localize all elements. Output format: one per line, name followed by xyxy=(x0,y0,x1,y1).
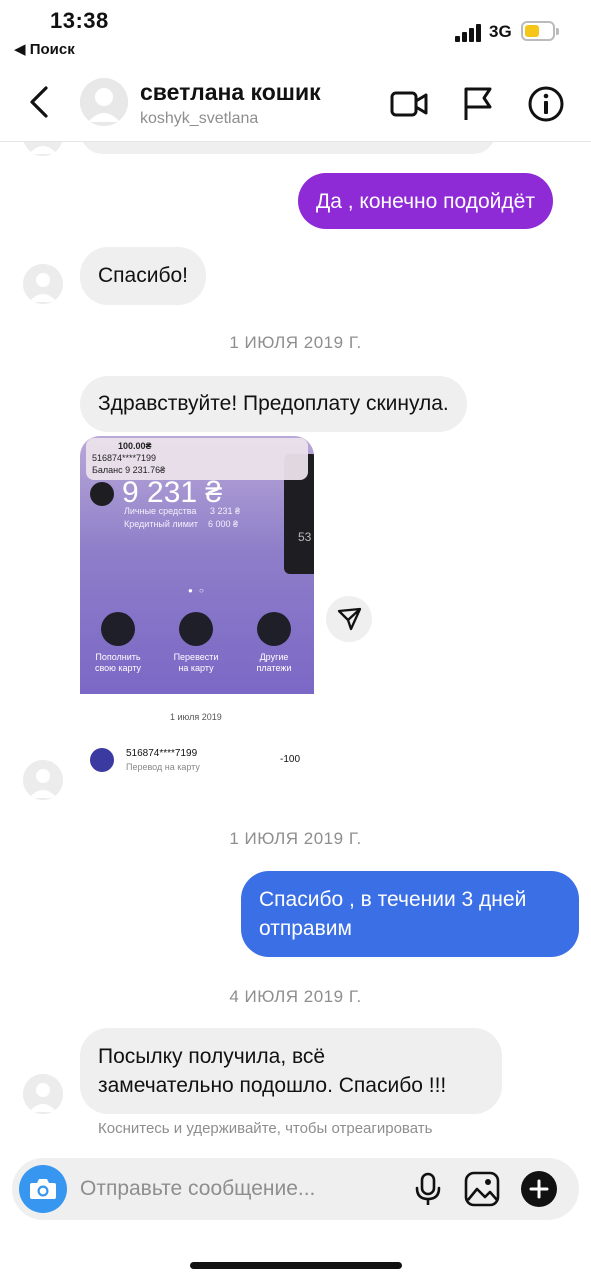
microphone-icon[interactable] xyxy=(409,1170,447,1208)
topup-action: Пополнить свою карту xyxy=(88,612,148,674)
battery-icon xyxy=(521,21,559,41)
incoming-message-bubble[interactable]: Здравствуйте! Предоплату скинула. xyxy=(80,376,467,432)
download-icon xyxy=(101,612,135,646)
message-line: замечательно подошло. Спасибо !!! xyxy=(98,1074,447,1097)
notif-balance: Баланс 9 231.76₴ xyxy=(92,465,166,475)
contact-username[interactable]: koshyk_svetlana xyxy=(140,110,258,128)
add-card-icon xyxy=(257,612,291,646)
message-input[interactable] xyxy=(80,1174,380,1204)
own-funds-value: 3 231 ₴ xyxy=(210,506,241,516)
avatar[interactable] xyxy=(23,760,63,800)
outgoing-message-bubble[interactable]: Спасибо , в течении 3 дней отправим xyxy=(241,871,579,957)
contact-name[interactable]: светлана кошик xyxy=(140,79,321,106)
network-type: 3G xyxy=(489,22,512,41)
notif-card: 516874****7199 xyxy=(92,453,157,463)
back-arrow-icon[interactable] xyxy=(22,82,56,122)
video-call-icon[interactable] xyxy=(389,84,429,124)
other-payments-action: Другие платежи xyxy=(244,612,304,674)
transactions-panel xyxy=(80,694,314,798)
message-composer xyxy=(12,1158,579,1220)
transaction-icon xyxy=(90,748,114,772)
tx-date: 1 июля 2019 xyxy=(170,712,222,722)
incoming-message-bubble[interactable]: Спасибо! xyxy=(80,247,206,305)
avatar[interactable] xyxy=(80,78,128,126)
outgoing-message-bubble[interactable]: Да , конечно подойдёт xyxy=(298,173,553,229)
message-line: отправим xyxy=(259,917,352,940)
react-hint: Коснитесь и удерживайте, чтобы отреагиро… xyxy=(98,1120,433,1137)
avatar[interactable] xyxy=(23,264,63,304)
date-separator: 1 ИЮЛЯ 2019 Г. xyxy=(229,829,362,848)
tx-amount: -100 xyxy=(280,754,301,765)
card-transfer-icon xyxy=(179,612,213,646)
status-time: 13:38 xyxy=(50,8,109,33)
camera-icon[interactable] xyxy=(19,1165,67,1213)
bank-notification: 100.00₴ 516874****7199 Баланс 9 231.76₴ xyxy=(86,438,308,480)
info-icon[interactable] xyxy=(526,84,566,124)
date-separator: 4 ИЮЛЯ 2019 Г. xyxy=(229,987,362,1006)
tx-description: Перевод на карту xyxy=(126,762,200,772)
tx-card-number: 516874****7199 xyxy=(126,748,198,759)
credit-limit-value: 6 000 ₴ xyxy=(208,519,239,529)
balance-value: 9 231 ₴ xyxy=(122,476,223,509)
signal-icon xyxy=(455,24,485,42)
flag-icon[interactable] xyxy=(458,84,498,124)
incoming-message-bubble[interactable]: Посылку получила, всё замечательно подош… xyxy=(80,1028,502,1114)
share-icon[interactable] xyxy=(326,596,372,642)
shared-screenshot-image[interactable]: 53 100.00₴ 516874****7199 Баланс 9 231.7… xyxy=(80,436,314,798)
message-line: Посылку получила, всё xyxy=(98,1045,326,1068)
date-separator: 1 ИЮЛЯ 2019 Г. xyxy=(229,333,362,352)
chat-header: светлана кошик koshyk_svetlana xyxy=(0,68,591,142)
back-to-app-link[interactable]: ◀ Поиск xyxy=(14,40,75,58)
transfer-action: Перевести на карту xyxy=(166,612,226,674)
wallet-icon xyxy=(90,482,114,506)
home-indicator[interactable] xyxy=(190,1262,402,1269)
avatar[interactable] xyxy=(23,1074,63,1114)
add-plus-icon[interactable] xyxy=(520,1170,558,1208)
page-dots: ● ○ xyxy=(188,586,206,595)
gallery-icon[interactable] xyxy=(463,1170,501,1208)
message-line: Спасибо , в течении 3 дней xyxy=(259,888,527,911)
own-funds-label: Личные средства xyxy=(124,506,197,516)
notif-amount: 100.00₴ xyxy=(118,441,152,451)
credit-limit-label: Кредитный лимит xyxy=(124,519,199,529)
